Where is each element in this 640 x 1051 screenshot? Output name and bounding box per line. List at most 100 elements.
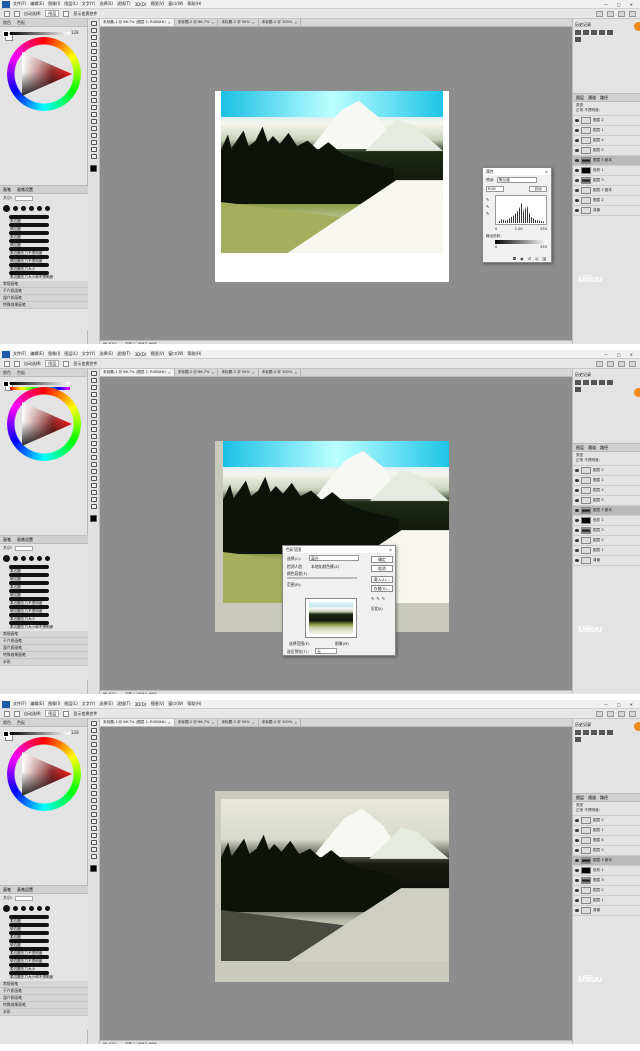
- brush-group[interactable]: 特殊效果画笔: [0, 652, 88, 659]
- layer-row[interactable]: 图层 3 副本: [573, 856, 640, 866]
- doc-tab[interactable]: 未标题-2 @ 66.7% ×: [175, 719, 219, 726]
- menu-file[interactable]: 文件(F): [13, 701, 26, 707]
- radio-selection[interactable]: 选择范围(E): [289, 641, 310, 647]
- blur-tool-icon[interactable]: [90, 455, 97, 460]
- brush-group[interactable]: 湿介质画笔: [0, 295, 88, 302]
- kind-label[interactable]: 类型: [576, 103, 583, 107]
- document-page[interactable]: [215, 791, 449, 982]
- brush-item[interactable]: 柔边圆压力大小和不透明度: [3, 271, 88, 279]
- lasso-tool-icon[interactable]: [90, 735, 97, 740]
- fuzziness-slider[interactable]: [287, 577, 357, 579]
- crop-tool-icon[interactable]: [90, 49, 97, 54]
- panel-icon[interactable]: [575, 387, 581, 392]
- layer-row[interactable]: 图层 4: [573, 136, 640, 146]
- layer-row[interactable]: 图层 3: [573, 526, 640, 536]
- output-gradient[interactable]: [495, 240, 547, 244]
- preset-dropdown[interactable]: 默认值: [497, 177, 537, 183]
- tab-paths[interactable]: 路径: [600, 795, 608, 801]
- threshold-image[interactable]: [221, 799, 449, 961]
- brush-tool-icon[interactable]: [90, 70, 97, 75]
- brush-tip-icon[interactable]: [37, 206, 42, 211]
- brush-group[interactable]: 湿介质画笔: [0, 995, 88, 1002]
- eyedropper-icon[interactable]: [90, 406, 97, 411]
- brush-item[interactable]: 硬边圆: [3, 923, 88, 931]
- move-tool-icon[interactable]: [4, 360, 10, 367]
- menu-file[interactable]: 文件(F): [13, 1, 26, 7]
- brush-tip-icon[interactable]: [3, 205, 10, 212]
- hand-tool-icon[interactable]: [90, 847, 97, 852]
- align-icon[interactable]: [596, 360, 603, 367]
- brush-tip-icon[interactable]: [45, 206, 50, 211]
- move-tool-icon[interactable]: [4, 710, 10, 717]
- canvas-area[interactable]: 属性 × 预设: 默认值 RGB 自动 ✎ ✎ ✎ 0 1.00 255 输出色阶…: [100, 27, 572, 340]
- menu-help[interactable]: 帮助(H): [187, 351, 201, 357]
- panel-icon[interactable]: [607, 730, 613, 735]
- menu-3d[interactable]: 3D(D): [135, 352, 147, 357]
- blend-mode[interactable]: 正常: [576, 808, 583, 812]
- show-transform-checkbox[interactable]: [63, 10, 70, 17]
- menu-window[interactable]: 窗口(W): [168, 351, 183, 357]
- gradient-tool-icon[interactable]: [90, 448, 97, 453]
- stamp-tool-icon[interactable]: [90, 427, 97, 432]
- minimize-button[interactable]: —: [604, 2, 608, 7]
- cancel-button[interactable]: 取消: [371, 565, 393, 572]
- history-brush-icon[interactable]: [90, 84, 97, 89]
- tab-paths[interactable]: 路径: [600, 95, 608, 101]
- brush-item[interactable]: 柔边圆压力大小和不透明度: [3, 971, 88, 979]
- eyedropper-icon[interactable]: ✎: [371, 596, 374, 601]
- brush-tip-icon[interactable]: [29, 556, 34, 561]
- crop-tool-icon[interactable]: [90, 399, 97, 404]
- menu-select[interactable]: 选择(S): [99, 1, 113, 7]
- clip-icon[interactable]: ◘: [513, 256, 516, 261]
- doc-tab[interactable]: 未标题-3 @ 50% ×: [218, 719, 259, 726]
- trash-icon[interactable]: ▥: [543, 256, 547, 261]
- layer-row[interactable]: 图层 5: [573, 846, 640, 856]
- menu-view[interactable]: 视图(V): [150, 701, 164, 707]
- layer-row[interactable]: 背景: [573, 556, 640, 566]
- brush-group[interactable]: 湿介质画笔: [0, 645, 88, 652]
- menu-help[interactable]: 帮助(H): [187, 701, 201, 707]
- layer-row[interactable]: 背景: [573, 906, 640, 916]
- workspace-icon[interactable]: [629, 360, 636, 367]
- brush-item[interactable]: 柔边圆: [3, 231, 88, 239]
- marquee-tool-icon[interactable]: [90, 728, 97, 733]
- channel-dropdown[interactable]: RGB: [486, 186, 504, 192]
- menu-type[interactable]: 文字(Y): [82, 351, 96, 357]
- blend-mode[interactable]: 正常: [576, 458, 583, 462]
- gradient-tool-icon[interactable]: [90, 98, 97, 103]
- menu-view[interactable]: 视图(V): [150, 1, 164, 7]
- layer-row[interactable]: 图层 4: [573, 486, 640, 496]
- layer-row[interactable]: 图层 3: [573, 876, 640, 886]
- brush-item[interactable]: 柔边圆: [3, 915, 88, 923]
- path-select-icon[interactable]: [90, 133, 97, 138]
- close-button[interactable]: ✕: [630, 2, 633, 7]
- radio-image[interactable]: 图像(M): [335, 641, 349, 647]
- doc-tab[interactable]: 未标题-1 @ 66.7% (图层 2, RGB/8#) ×: [100, 719, 175, 726]
- blur-tool-icon[interactable]: [90, 105, 97, 110]
- search-icon[interactable]: [618, 710, 625, 717]
- menu-window[interactable]: 窗口(W): [168, 1, 183, 7]
- brush-tip-icon[interactable]: [3, 555, 10, 562]
- layer-row[interactable]: 图层 2: [573, 886, 640, 896]
- eyedropper-minus-icon[interactable]: ✎: [382, 596, 385, 601]
- doc-tab[interactable]: 未标题-1 @ 66.7% (图层 2, RGB/8#) ×: [100, 19, 175, 26]
- selection-preview[interactable]: [305, 598, 357, 638]
- brush-group[interactable]: 水彩: [0, 1009, 88, 1016]
- stamp-tool-icon[interactable]: [90, 777, 97, 782]
- tab-layers[interactable]: 图层: [576, 795, 584, 801]
- brush-item[interactable]: 硬边圆: [3, 939, 88, 947]
- panel-icon[interactable]: [575, 737, 581, 742]
- type-tool-icon[interactable]: [90, 126, 97, 131]
- brush-item[interactable]: 硬边圆压力不透明度: [3, 255, 88, 263]
- eyedropper-plus-icon[interactable]: ✎: [376, 596, 379, 601]
- layer-row[interactable]: 图层 1: [573, 476, 640, 486]
- tab-brush-settings[interactable]: 画笔设置: [17, 537, 33, 543]
- menu-select[interactable]: 选择(S): [99, 701, 113, 707]
- tab-layers[interactable]: 图层: [576, 95, 584, 101]
- panel-icon[interactable]: [591, 380, 597, 385]
- brush-tip-icon[interactable]: [21, 556, 26, 561]
- healing-brush-icon[interactable]: [90, 763, 97, 768]
- kind-label[interactable]: 类型: [576, 453, 583, 457]
- view-previous-icon[interactable]: ◉: [520, 256, 524, 261]
- move-tool-icon[interactable]: [90, 721, 97, 726]
